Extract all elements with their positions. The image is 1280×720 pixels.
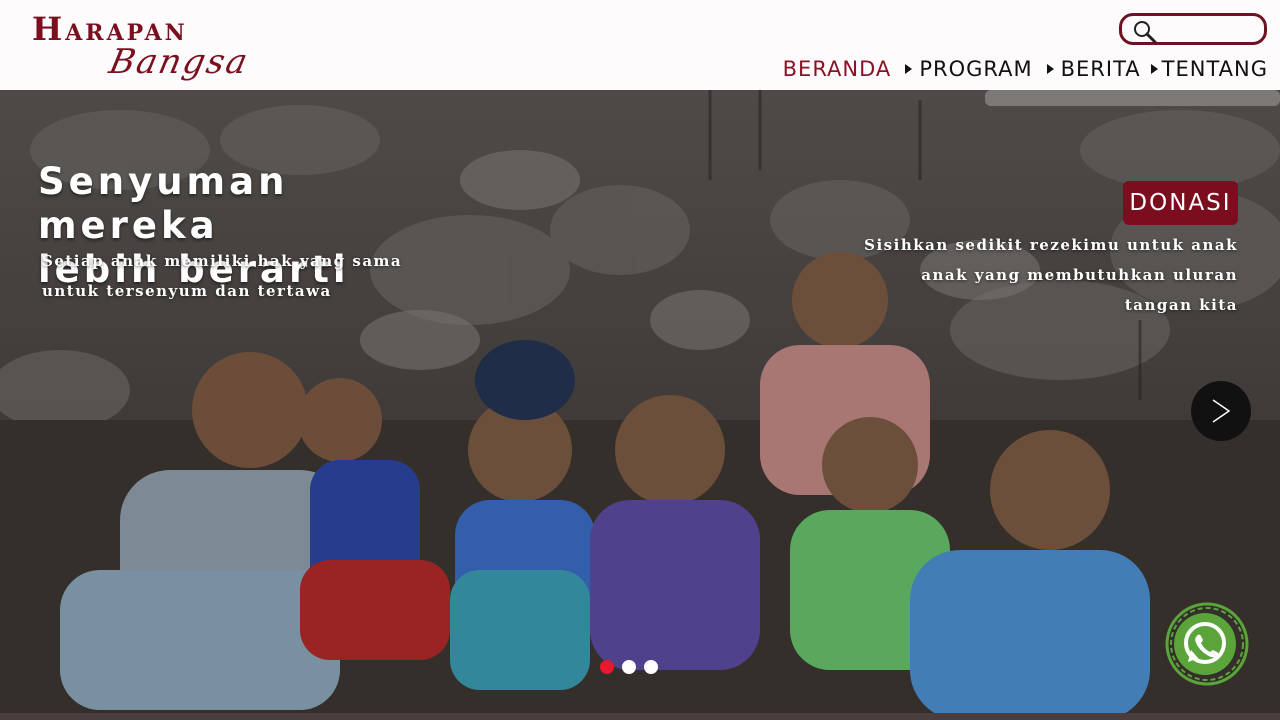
nav-item-program[interactable]: PROGRAM: [919, 54, 1032, 84]
search-icon[interactable]: [1132, 19, 1158, 45]
nav-item-beranda[interactable]: BERANDA: [783, 54, 892, 84]
nav-item-label: TENTANG: [1161, 57, 1268, 81]
hero-subtitle: Setiap anak memiliki hak yang sama untuk…: [42, 246, 422, 306]
hero-title-line: Senyuman mereka: [38, 160, 289, 247]
hero-slider: Senyuman mereka lebih berarti Setiap ana…: [0, 90, 1280, 720]
logo-text-bangsa: Bangsa: [105, 42, 253, 82]
nav-item-label: BERITA: [1060, 57, 1141, 81]
hero-bottom-bar: [0, 713, 1280, 720]
donate-description-line: Sisihkan sedikit rezekimu untuk anak: [864, 236, 1238, 254]
donate-button[interactable]: DONASI: [1123, 181, 1238, 225]
carousel-indicators: [600, 660, 658, 674]
nav-item-label: PROGRAM: [919, 57, 1033, 81]
caret-right-icon: [905, 64, 913, 74]
caret-right-icon: [1150, 64, 1158, 74]
nav-item-label: BERANDA: [782, 57, 892, 81]
logo[interactable]: Harapan Bangsa: [30, 8, 253, 90]
nav-item-tentang[interactable]: TENTANG: [1162, 54, 1268, 84]
next-slide-button[interactable]: [1191, 381, 1251, 441]
caret-right-icon: [1046, 64, 1054, 74]
carousel-dot[interactable]: [644, 660, 658, 674]
site-header: Harapan Bangsa BERANDA PROGRAM BERITA TE…: [0, 0, 1280, 90]
main-nav: BERANDA PROGRAM BERITA TENTANG: [783, 54, 1268, 84]
hero-subtitle-line: Setiap anak memiliki hak yang sama: [42, 252, 403, 270]
nav-item-berita[interactable]: BERITA: [1061, 54, 1141, 84]
donate-description-line: anak yang membutuhkan uluran: [921, 266, 1238, 284]
whatsapp-icon[interactable]: [1164, 601, 1250, 687]
carousel-dot[interactable]: [600, 660, 614, 674]
search-input[interactable]: [1162, 19, 1266, 41]
carousel-dot[interactable]: [622, 660, 636, 674]
chevron-right-icon: [1212, 399, 1231, 423]
donate-description: Sisihkan sedikit rezekimu untuk anak ana…: [858, 230, 1238, 320]
hero-subtitle-line: untuk tersenyum dan tertawa: [42, 282, 332, 300]
search-box[interactable]: [1119, 13, 1267, 45]
donate-description-line: tangan kita: [1124, 296, 1238, 314]
